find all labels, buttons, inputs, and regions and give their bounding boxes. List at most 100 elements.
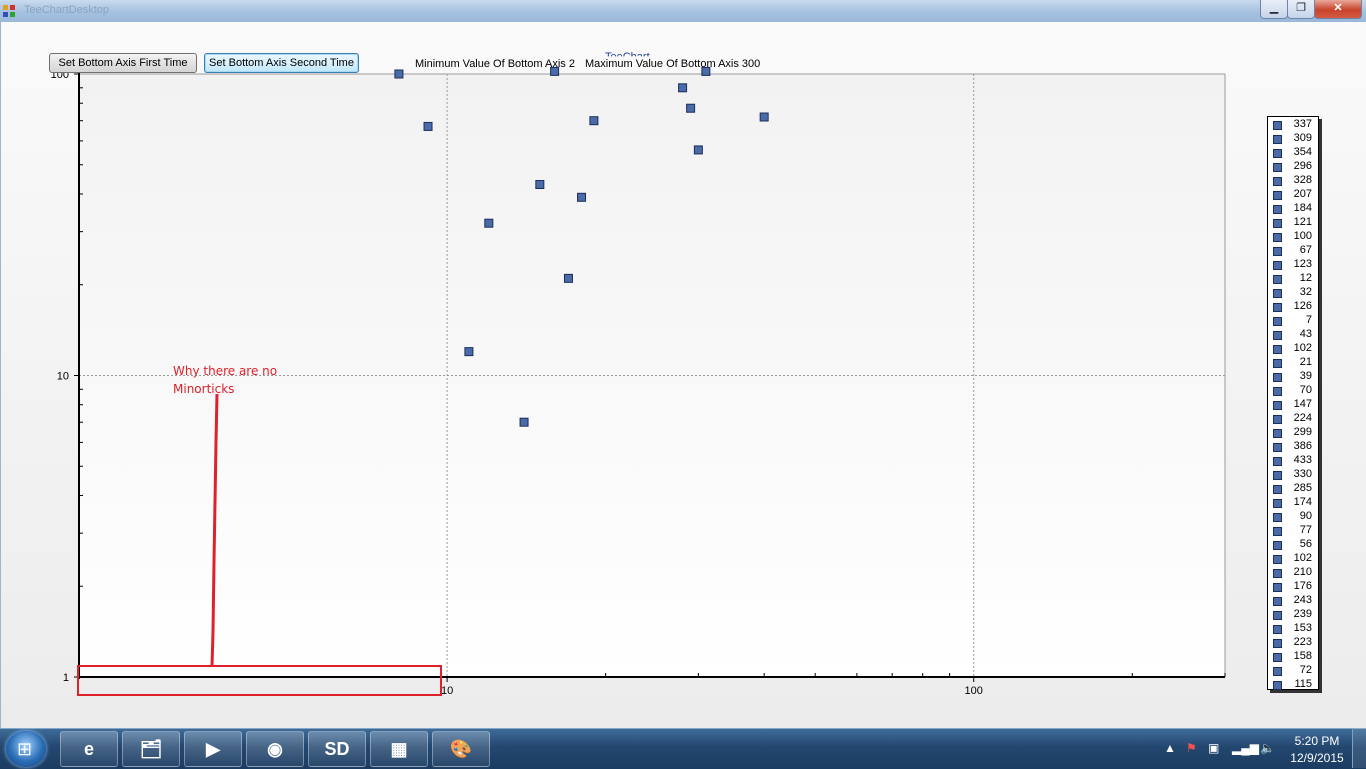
network-icon[interactable]: ▂▄▆ — [1232, 741, 1259, 755]
data-point — [394, 69, 404, 79]
device-icon[interactable]: ▣ — [1208, 741, 1219, 755]
max-bottom-axis-label: Maximum Value Of Bottom Axis 300 — [585, 58, 761, 70]
legend-marker — [1273, 121, 1282, 130]
legend-item[interactable]: 239 — [1268, 608, 1318, 622]
legend-value: 433 — [1293, 454, 1312, 466]
restore-icon: ❐ — [1296, 2, 1306, 14]
legend-item[interactable]: 174 — [1268, 496, 1318, 510]
internet-explorer-icon: e — [83, 739, 94, 759]
chart-legend[interactable]: 337 309 354 296 328 207 184 121 100 67 123 12 32 126 7… — [1267, 116, 1319, 690]
legend-item[interactable]: 285 — [1268, 482, 1318, 496]
legend-item[interactable]: 386 — [1268, 440, 1318, 454]
file-explorer-icon: 🗂 — [139, 739, 163, 759]
taskbar-app-chrome[interactable]: ◉ — [246, 731, 304, 767]
legend-item[interactable]: 32 — [1268, 286, 1318, 300]
action-center-icon[interactable]: ⚑ — [1186, 741, 1197, 755]
legend-marker — [1273, 135, 1282, 144]
clock-time[interactable]: 5:20 PM — [1292, 734, 1342, 748]
taskbar-app-file-explorer[interactable]: 🗂 — [122, 731, 180, 767]
legend-item[interactable]: 126 — [1268, 300, 1318, 314]
legend-item[interactable]: 354 — [1268, 146, 1318, 160]
data-point — [563, 273, 573, 283]
legend-marker — [1273, 191, 1282, 200]
legend-value: 174 — [1293, 496, 1312, 508]
legend-marker — [1273, 639, 1282, 648]
volume-icon[interactable]: 🔈 — [1260, 741, 1275, 755]
min-bottom-axis-label: Minimum Value Of Bottom Axis 2 — [415, 58, 575, 70]
taskbar-app-paint[interactable]: 🎨 — [432, 731, 490, 767]
legend-item[interactable]: 330 — [1268, 468, 1318, 482]
legend-item[interactable]: 243 — [1268, 594, 1318, 608]
legend-item[interactable]: 12 — [1268, 272, 1318, 286]
legend-item[interactable]: 21 — [1268, 356, 1318, 370]
legend-value: 21 — [1299, 356, 1312, 368]
legend-item[interactable]: 207 — [1268, 188, 1318, 202]
clock-date[interactable]: 12/9/2015 — [1290, 751, 1344, 765]
legend-item[interactable]: 328 — [1268, 174, 1318, 188]
maximize-button[interactable]: ❐ — [1287, 0, 1315, 19]
set-bottom-axis-second-button[interactable]: Set Bottom Axis Second Time — [204, 53, 359, 73]
legend-marker — [1273, 359, 1282, 368]
legend-item[interactable]: 121 — [1268, 216, 1318, 230]
legend-item[interactable]: 7 — [1268, 314, 1318, 328]
app-icon — [3, 5, 15, 17]
legend-item[interactable]: 102 — [1268, 552, 1318, 566]
set-bottom-axis-first-button[interactable]: Set Bottom Axis First Time — [49, 53, 197, 73]
legend-marker — [1273, 247, 1282, 256]
legend-item[interactable]: 43 — [1268, 328, 1318, 342]
legend-marker — [1273, 583, 1282, 592]
legend-value: 354 — [1293, 146, 1312, 158]
legend-item[interactable]: 296 — [1268, 160, 1318, 174]
legend-item[interactable]: 433 — [1268, 454, 1318, 468]
chart-canvas[interactable]: 100 10 1 10 100 Why there are no Minorticks — [1, 22, 1366, 728]
legend-marker — [1273, 443, 1282, 452]
legend-marker — [1273, 625, 1282, 634]
legend-item[interactable]: 337 — [1268, 118, 1318, 132]
legend-marker — [1273, 499, 1282, 508]
legend-item[interactable]: 115 — [1268, 678, 1318, 692]
show-hidden-icons-icon[interactable]: ▲ — [1164, 741, 1176, 755]
close-button[interactable]: ✕ — [1314, 0, 1362, 19]
legend-item[interactable]: 72 — [1268, 664, 1318, 678]
minimize-button[interactable]: ▁ — [1260, 0, 1288, 19]
legend-marker — [1273, 275, 1282, 284]
legend-value: 210 — [1293, 566, 1312, 578]
legend-value: 299 — [1293, 426, 1312, 438]
legend-item[interactable]: 56 — [1268, 538, 1318, 552]
legend-item[interactable]: 67 — [1268, 244, 1318, 258]
legend-item[interactable]: 102 — [1268, 342, 1318, 356]
legend-item[interactable]: 210 — [1268, 566, 1318, 580]
legend-value: 158 — [1293, 650, 1312, 662]
legend-item[interactable]: 223 — [1268, 636, 1318, 650]
taskbar-app-internet-explorer[interactable]: e — [60, 731, 118, 767]
show-desktop-button[interactable] — [1352, 728, 1366, 768]
legend-value: 70 — [1299, 384, 1312, 396]
legend-item[interactable]: 176 — [1268, 580, 1318, 594]
legend-marker — [1273, 387, 1282, 396]
legend-item[interactable]: 184 — [1268, 202, 1318, 216]
legend-item[interactable]: 299 — [1268, 426, 1318, 440]
legend-item[interactable]: 309 — [1268, 132, 1318, 146]
legend-item[interactable]: 147 — [1268, 398, 1318, 412]
legend-value: 67 — [1299, 244, 1312, 256]
legend-item[interactable]: 153 — [1268, 622, 1318, 636]
data-point — [484, 218, 494, 228]
legend-marker — [1273, 163, 1282, 172]
legend-item[interactable]: 224 — [1268, 412, 1318, 426]
taskbar-app-office[interactable]: ▦ — [370, 731, 428, 767]
legend-item[interactable]: 100 — [1268, 230, 1318, 244]
taskbar-app-sd-tool[interactable]: SD — [308, 731, 366, 767]
legend-item[interactable]: 39 — [1268, 370, 1318, 384]
window-title-bar[interactable]: TeeChartDesktop ▁ ❐ ✕ — [0, 0, 1366, 22]
legend-item[interactable]: 70 — [1268, 384, 1318, 398]
legend-value: 337 — [1293, 118, 1312, 130]
data-point — [759, 112, 769, 122]
legend-value: 43 — [1299, 328, 1312, 340]
legend-item[interactable]: 158 — [1268, 650, 1318, 664]
legend-item[interactable]: 123 — [1268, 258, 1318, 272]
taskbar-app-media-player[interactable]: ▶ — [184, 731, 242, 767]
legend-item[interactable]: 90 — [1268, 510, 1318, 524]
start-button[interactable]: ⊞ — [6, 731, 46, 767]
legend-item[interactable]: 77 — [1268, 524, 1318, 538]
close-icon: ✕ — [1333, 2, 1343, 14]
